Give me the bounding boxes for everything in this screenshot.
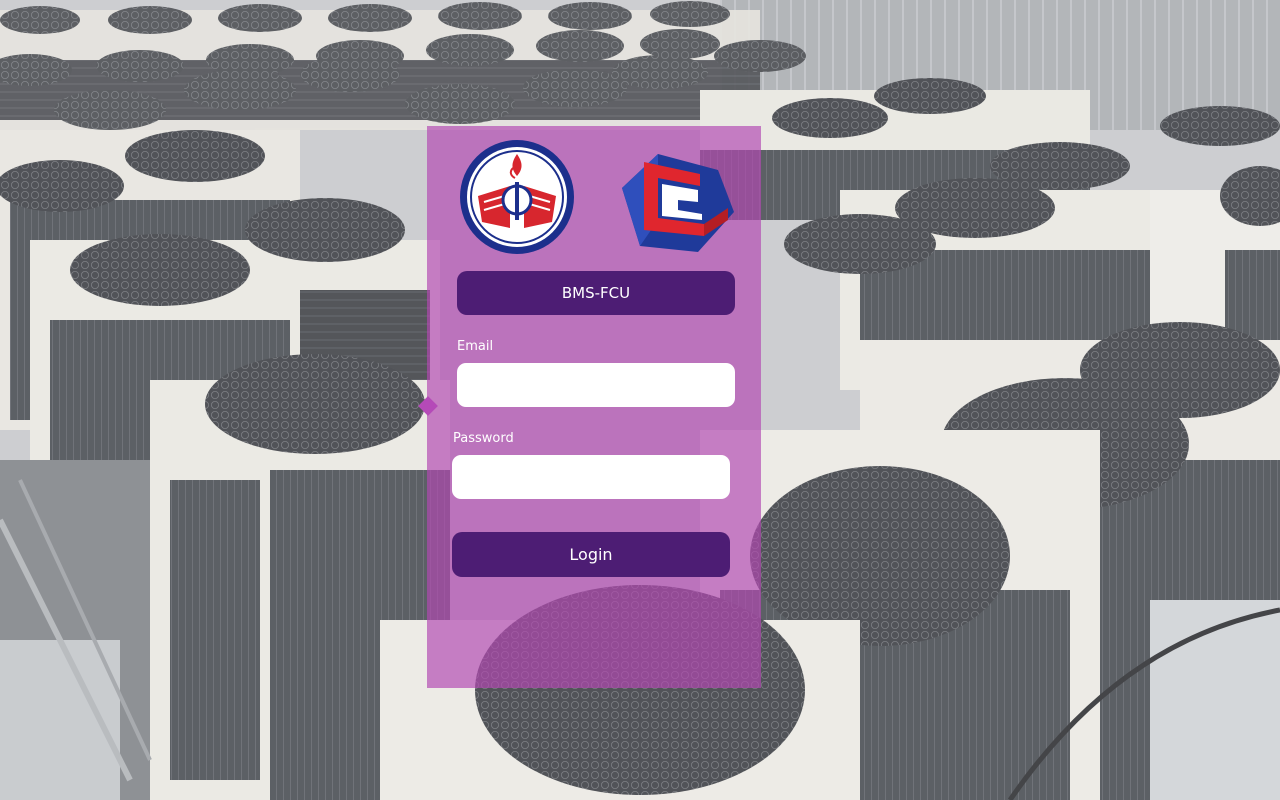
login-screen: BMS-FCU Email Password Login <box>0 0 1280 800</box>
email-label: Email <box>457 339 494 354</box>
c-block-logo <box>622 154 734 252</box>
university-emblem-logo <box>460 140 574 254</box>
password-field[interactable] <box>452 455 730 499</box>
email-field[interactable] <box>457 363 735 407</box>
login-button[interactable]: Login <box>452 532 730 577</box>
password-label: Password <box>453 431 514 446</box>
app-title-badge: BMS-FCU <box>457 271 735 315</box>
